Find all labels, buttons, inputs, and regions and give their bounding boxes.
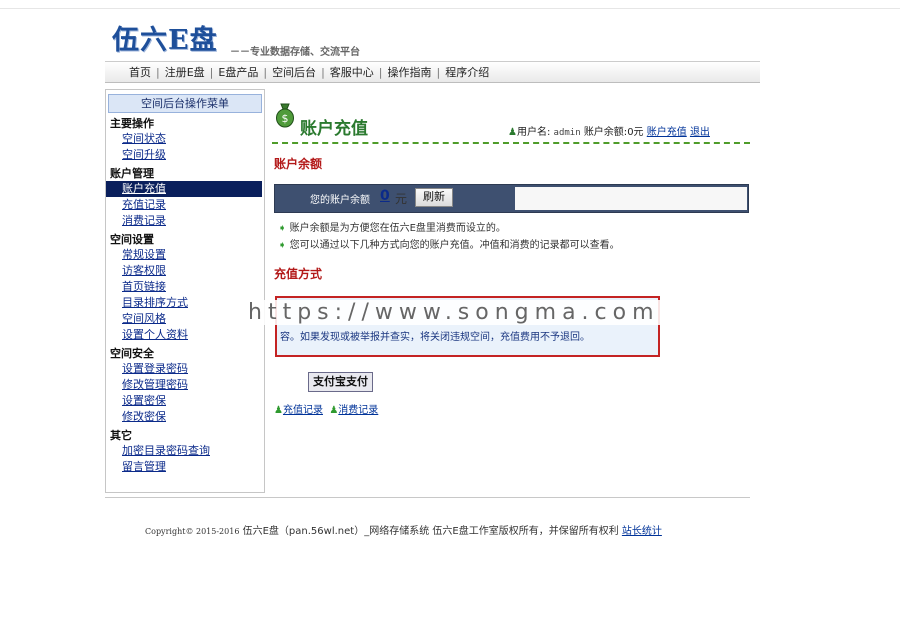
sidebar-item[interactable]: 访客权限 — [106, 263, 264, 279]
nav-separator: | — [378, 65, 383, 79]
footer: Copyright© 2015-2016 伍六E盘（pan.56wl.net）_… — [145, 522, 662, 537]
note-2-text: 您可以通过以下几种方式向您的账户充值。冲值和消费的记录都可以查看。 — [289, 240, 620, 251]
nav-separator: | — [209, 65, 214, 79]
note-1-text: 账户余额是为方便您在伍六E盘里消费而设立的。 — [289, 223, 506, 234]
username-value: admin — [553, 128, 581, 138]
sidebar-item[interactable]: 消费记录 — [106, 213, 264, 229]
nav-item[interactable]: 操作指南 — [388, 64, 432, 80]
sidebar-item[interactable]: 首页链接 — [106, 279, 264, 295]
user-icon: ♟ — [274, 405, 283, 416]
footer-site: 伍六E盘（pan.56wl.net） — [242, 526, 365, 537]
refresh-button[interactable]: 刷新 — [415, 188, 453, 207]
alipay-button[interactable]: 支付宝支付 — [308, 372, 373, 392]
balance-box-value: 0 — [380, 188, 390, 204]
balance-box-label: 您的账户余额 — [310, 195, 370, 206]
recharge-link[interactable]: 账户充值 — [647, 127, 687, 138]
footer-text: _网络存储系统 伍六E盘工作室版权所有，并保留所有权利 — [364, 526, 619, 537]
watermark: https://www.songma.com — [244, 300, 664, 325]
recharge-warning-text: 容。如果发现或被举报并查实，将关闭违规空间，充值费用不予退回。 — [280, 332, 590, 343]
main-nav: 首页 | 注册E盘 | E盘产品 | 空间后台 | 客服中心 | 操作指南 | 程序介绍 — [105, 61, 760, 83]
sidebar-item[interactable]: 留言管理 — [106, 459, 264, 475]
sidebar-item[interactable]: 账户充值 — [106, 181, 262, 197]
balance-box: 您的账户余额 0 元 刷新 — [274, 184, 749, 213]
svg-text:$: $ — [282, 112, 289, 125]
content-bottom-divider — [105, 497, 750, 498]
balance-label: 账户余额: — [583, 127, 628, 138]
sidebar-group-title: 空间设置 — [110, 233, 154, 246]
sidebar-item[interactable]: 目录排序方式 — [106, 295, 264, 311]
page-title: 账户充值 — [300, 119, 368, 139]
user-icon: ♟ — [329, 405, 339, 416]
sidebar-group-title: 账户管理 — [110, 167, 154, 180]
nav-separator: | — [263, 65, 268, 79]
nav-separator: | — [436, 65, 441, 79]
nav-item[interactable]: 首页 — [129, 64, 151, 80]
sidebar-item[interactable]: 空间升级 — [106, 147, 264, 163]
sidebar-group-title: 空间安全 — [110, 347, 154, 360]
sidebar-item[interactable]: 空间风格 — [106, 311, 264, 327]
recharge-record-link[interactable]: 充值记录 — [283, 405, 323, 416]
nav-item[interactable]: 注册E盘 — [165, 64, 205, 80]
sidebar-group-title: 主要操作 — [110, 117, 154, 130]
sidebar-item[interactable]: 加密目录密码查询 — [106, 443, 264, 459]
recharge-section-title: 充值方式 — [274, 267, 323, 281]
sidebar-item[interactable]: 修改密保 — [106, 409, 264, 425]
nav-separator: | — [156, 65, 160, 79]
nav-item[interactable]: 客服中心 — [330, 64, 374, 80]
nav-separator: | — [321, 65, 325, 79]
sidebar-item[interactable]: 设置密保 — [106, 393, 264, 409]
sidebar: 空间后台操作菜单 主要操作 空间状态 空间升级账户管理 账户充值 充值记录 消费记录空间设… — [105, 89, 265, 493]
note-1: ➧ 账户余额是为方便您在伍六E盘里消费而设立的。 — [278, 219, 506, 234]
site-slogan: －－专业数据存储、交流平台 — [230, 47, 360, 58]
user-info: ♟用户名: admin 账户余额:0元 账户充值 退出 — [508, 123, 710, 138]
sidebar-item[interactable]: 空间状态 — [106, 131, 264, 147]
top-divider — [0, 8, 900, 9]
arrow-right-icon: ➧ — [278, 223, 287, 234]
sidebar-item[interactable]: 修改管理密码 — [106, 377, 264, 393]
sidebar-title: 空间后台操作菜单 — [108, 94, 262, 113]
balance-box-unit: 元 — [395, 192, 408, 206]
nav-item[interactable]: 程序介绍 — [445, 64, 489, 80]
sidebar-group-title: 其它 — [110, 429, 132, 442]
user-icon: ♟ — [508, 127, 517, 138]
balance-box-inner — [515, 187, 747, 210]
username-label: 用户名: — [516, 127, 551, 138]
nav-item[interactable]: 空间后台 — [272, 64, 316, 80]
balance-section-title: 账户余额 — [274, 157, 323, 171]
sidebar-item[interactable]: 设置登录密码 — [106, 361, 264, 377]
arrow-right-icon: ➧ — [278, 240, 287, 251]
note-2: ➧ 您可以通过以下几种方式向您的账户充值。冲值和消费的记录都可以查看。 — [278, 236, 620, 251]
record-links: ♟充值记录 ♟消费记录 — [274, 401, 378, 416]
nav-item[interactable]: E盘产品 — [218, 64, 258, 80]
copyright-label: Copyright© 2015-2016 — [145, 527, 240, 536]
sidebar-item[interactable]: 充值记录 — [106, 197, 264, 213]
site-logo[interactable]: 伍六E盘 — [112, 18, 218, 57]
balance-value: 0元 — [627, 127, 644, 138]
consume-record-link[interactable]: 消费记录 — [338, 405, 378, 416]
stats-link[interactable]: 站长统计 — [622, 526, 662, 537]
logout-link[interactable]: 退出 — [690, 127, 710, 138]
sidebar-item[interactable]: 常规设置 — [106, 247, 264, 263]
money-bag-icon: $ — [276, 103, 294, 128]
sidebar-item[interactable]: 设置个人资料 — [106, 327, 264, 343]
